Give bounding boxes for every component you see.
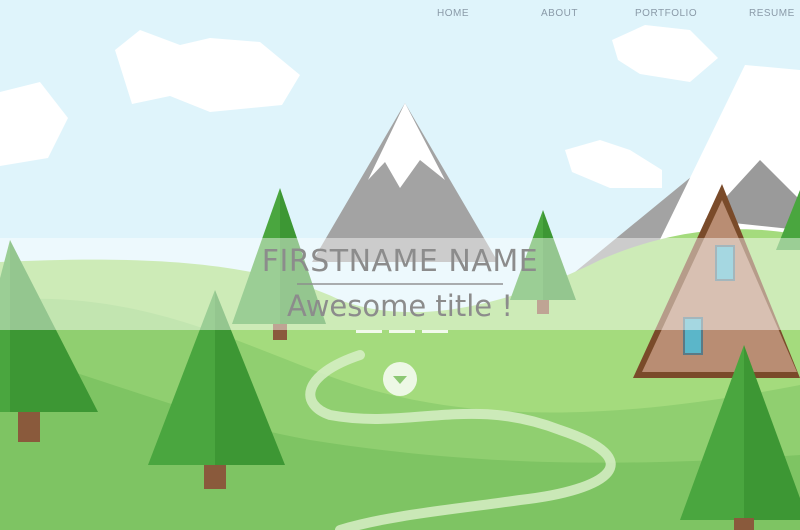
scroll-down-button[interactable] xyxy=(383,362,417,396)
hero-divider xyxy=(297,283,503,285)
hero-dashes xyxy=(356,330,448,334)
dash xyxy=(356,330,382,333)
dash xyxy=(389,330,415,333)
top-nav: HOME ABOUT PORTFOLIO RESUME xyxy=(0,8,800,26)
hero-title: Awesome title ! xyxy=(287,289,513,323)
nav-item-portfolio[interactable]: PORTFOLIO xyxy=(635,8,697,19)
nav-item-about[interactable]: ABOUT xyxy=(541,8,578,19)
chevron-down-icon xyxy=(393,376,407,384)
nav-item-home[interactable]: HOME xyxy=(437,8,469,19)
hero-name: FIRSTNAME NAME xyxy=(261,244,539,279)
nav-item-resume[interactable]: RESUME xyxy=(749,8,795,19)
dash xyxy=(422,330,448,333)
landing-page: HOME ABOUT PORTFOLIO RESUME FIRSTNAME NA… xyxy=(0,0,800,530)
